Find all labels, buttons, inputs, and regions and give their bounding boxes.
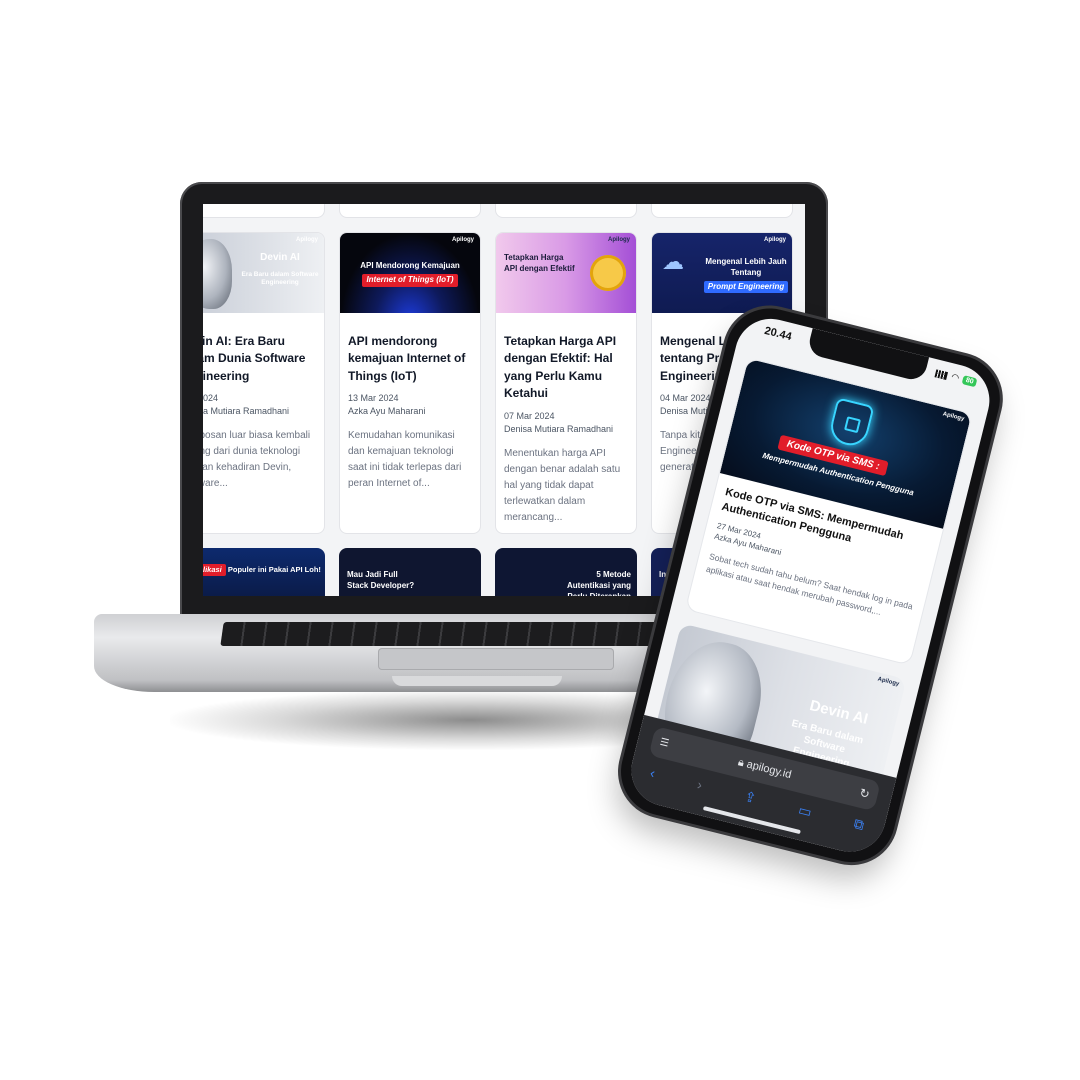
thumb-pill: Internet of Things (IoT) xyxy=(362,273,458,287)
thumb-subtitle: Era Baru dalam Software Engineering xyxy=(241,270,319,287)
wifi-icon: ◠ xyxy=(950,371,961,383)
article-card-iot[interactable]: Apilogy API Mendorong Kemajuan Internet … xyxy=(339,232,481,534)
article-card-aplikasi-populer[interactable]: Aplikasi Populer ini Pakai API Loh! xyxy=(203,548,325,596)
url-text: apilogy.id xyxy=(745,758,793,782)
article-title[interactable]: Tetapkan Harga API dengan Efektif: Hal y… xyxy=(504,333,628,403)
reload-icon[interactable]: ↻ xyxy=(856,778,873,810)
thumb-title: 5 Metode Autentikasi yang Perlu Diterapk… xyxy=(566,570,631,596)
thumb-title: Mengenal Lebih Jauh Tentang xyxy=(705,257,787,277)
brand-logo: Apilogy xyxy=(764,237,786,243)
article-author: Denisa Mutiara Ramadhani xyxy=(203,406,290,417)
phone-notch xyxy=(806,328,930,383)
article-card-harga-api[interactable]: Apilogy Tetapkan Harga API dengan Efekti… xyxy=(495,232,637,534)
article-thumbnail: Apilogy API Mendorong Kemajuan Internet … xyxy=(340,233,480,313)
article-author: Denisa Mutiara Ramadhani xyxy=(504,423,614,434)
article-title[interactable]: Devin AI: Era Baru dalam Dunia Software … xyxy=(203,333,316,385)
article-card-metode-autentikasi[interactable]: 5 Metode Autentikasi yang Perlu Diterapk… xyxy=(495,548,637,596)
brand-logo: Apilogy xyxy=(452,237,474,243)
article-date: 07 Mar 2024 xyxy=(504,410,555,421)
article-thumbnail: Apilogy Devin AI Era Baru dalam Software… xyxy=(203,233,324,313)
laptop-base-notch xyxy=(392,676,562,686)
thumb-pill: Aplikasi xyxy=(203,564,226,577)
article-author: Azka Ayu Maharani xyxy=(348,406,426,417)
laptop-trackpad xyxy=(378,648,614,670)
back-icon[interactable]: ‹ xyxy=(648,764,657,782)
article-date: 13 Mar 2024 xyxy=(348,393,399,404)
card-stub xyxy=(203,204,325,218)
bookmarks-icon[interactable]: ▭ xyxy=(797,801,814,821)
card-stub xyxy=(339,204,481,218)
article-thumbnail: Apilogy Tetapkan Harga API dengan Efekti… xyxy=(496,233,636,313)
thumb-pill: Prompt Engineering xyxy=(703,280,789,294)
battery-icon: 80 xyxy=(961,375,978,388)
brand-logo: Apilogy xyxy=(608,237,630,243)
signal-icon xyxy=(934,368,949,380)
article-date: Mar 2024 xyxy=(203,393,219,404)
thumb-title: Devin AI xyxy=(260,252,300,263)
thumb-title: Mau Jadi Full Stack Developer? xyxy=(347,570,415,590)
article-excerpt: Kemudahan komunikasi dan kemajuan teknol… xyxy=(348,430,462,490)
article-title[interactable]: API mendorong kemajuan Internet of Thing… xyxy=(348,333,472,385)
status-time: 20.44 xyxy=(763,324,793,344)
shield-lock-icon xyxy=(827,397,875,450)
lock-icon: 🔒︎ xyxy=(736,756,746,770)
brand-logo: Apilogy xyxy=(942,411,965,423)
forward-icon[interactable]: › xyxy=(695,776,704,794)
thumb-title: Tetapkan Harga API dengan Efektif xyxy=(504,253,575,273)
thumb-title: API Mendorong Kemajuan xyxy=(360,261,460,270)
article-excerpt: Terobosan luar biasa kembali datang dari… xyxy=(203,430,311,490)
article-excerpt: Menentukan harga API dengan benar adalah… xyxy=(504,447,621,523)
card-stub xyxy=(651,204,793,218)
article-card-full-stack[interactable]: Mau Jadi Full Stack Developer? xyxy=(339,548,481,596)
article-card-kode-otp[interactable]: Apilogy Kode OTP via SMS : Mempermudah A… xyxy=(684,357,973,666)
status-icons: ◠ 80 xyxy=(934,368,978,389)
reader-icon[interactable]: ☰ xyxy=(656,728,672,759)
share-icon[interactable]: ⇪ xyxy=(743,788,758,807)
card-stub xyxy=(495,204,637,218)
brand-logo: Apilogy xyxy=(876,676,900,688)
tabs-icon[interactable]: ⧉ xyxy=(852,815,866,834)
coin-illustration xyxy=(590,255,626,291)
previous-row-stubs xyxy=(203,204,793,218)
article-card-devin-ai[interactable]: Apilogy Devin AI Era Baru dalam Software… xyxy=(203,232,325,534)
brand-logo: Apilogy xyxy=(296,237,318,243)
cloud-icon: ☁ xyxy=(662,249,684,274)
robot-illustration xyxy=(203,239,232,309)
thumb-title: Populer ini Pakai API Loh! xyxy=(227,565,321,574)
